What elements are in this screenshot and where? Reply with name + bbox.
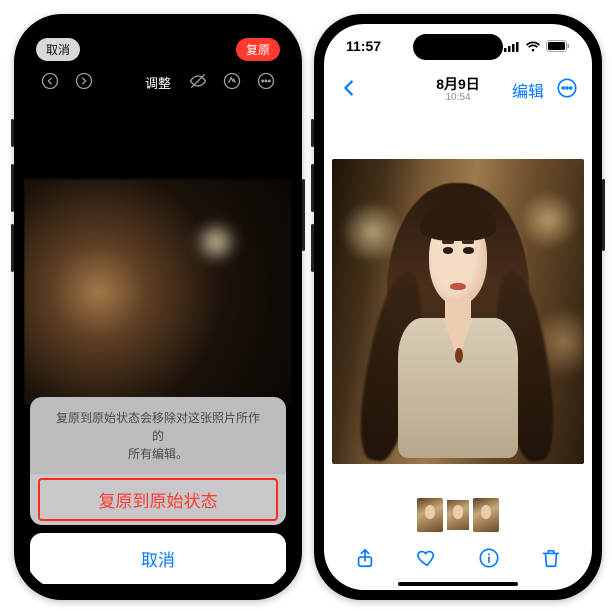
status-time: 11:57 [346, 38, 381, 54]
battery-icon [546, 40, 570, 52]
dynamic-island [113, 34, 203, 60]
revert-to-original-button[interactable]: 复原到原始状态 [30, 473, 286, 525]
photo-date-header: 8月9日 10:54 [436, 77, 480, 103]
thumbnail[interactable] [473, 498, 499, 532]
action-sheet: 复原到原始状态会移除对这张照片所作的 所有编辑。 复原到原始状态 取消 [30, 397, 286, 584]
markup-icon[interactable] [222, 71, 242, 94]
photo-main[interactable] [332, 159, 584, 464]
edit-button[interactable]: 编辑 [512, 78, 544, 102]
sheet-cancel-button[interactable]: 取消 [30, 533, 286, 584]
redo-icon[interactable] [74, 71, 94, 94]
thumbnail-strip[interactable] [417, 498, 499, 532]
photo-subject-person [332, 159, 584, 464]
cancel-button[interactable]: 取消 [36, 38, 80, 61]
back-button[interactable] [338, 77, 360, 104]
screen-editor: 取消 复原 调整 [24, 24, 292, 590]
trash-icon[interactable] [540, 547, 562, 574]
visibility-off-icon[interactable] [188, 71, 208, 94]
heart-icon[interactable] [416, 547, 438, 574]
adjust-tab[interactable]: 调整 [145, 73, 171, 92]
more-circle-icon[interactable] [556, 77, 578, 104]
dynamic-island [413, 34, 503, 60]
screen-viewer: 11:57 8月9日 10:54 编辑 [324, 24, 592, 590]
thumbnail[interactable] [417, 498, 443, 532]
wifi-icon [525, 41, 541, 52]
more-icon[interactable] [256, 71, 276, 94]
share-icon[interactable] [354, 547, 376, 574]
photo-preview [24, 179, 292, 405]
phone-mock-right: 11:57 8月9日 10:54 编辑 [314, 14, 602, 600]
phone-mock-left: 取消 复原 调整 [14, 14, 302, 600]
thumbnail-selected[interactable] [445, 498, 471, 532]
revert-button[interactable]: 复原 [236, 38, 280, 61]
undo-icon[interactable] [40, 71, 60, 94]
info-icon[interactable] [478, 547, 500, 574]
sheet-message: 复原到原始状态会移除对这张照片所作的 所有编辑。 [30, 397, 286, 473]
home-indicator [398, 582, 518, 586]
bottom-toolbar [324, 538, 592, 582]
cellular-signal-icon [504, 41, 520, 52]
